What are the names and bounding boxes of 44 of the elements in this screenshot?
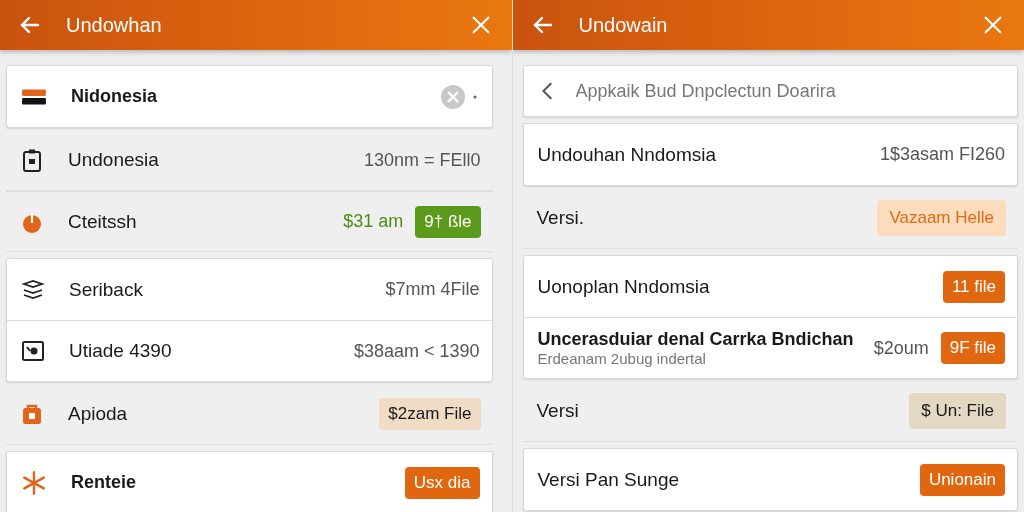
list-row[interactable]: Versi $ Un: File [522,381,1018,442]
row-label: Uonoplan Nndomsia [537,275,711,298]
row-value: 130nm = FEll0 [363,149,481,171]
list-row[interactable]: Undonesia 130nm = FEll0 [6,130,493,191]
list-row[interactable]: Apioda $2zam File [6,384,493,445]
list-row[interactable]: Versi Pan Sunge Unionain [523,449,1017,510]
layers-icon [21,277,45,302]
row-value: 1$3asam FI260 [879,144,1005,165]
row-value: $2oum [873,337,929,359]
row-label: Utiade 4390 [69,340,173,362]
row-label: Versi. [536,207,586,229]
list-row[interactable]: Renteie Usx dia [7,452,492,512]
list-row[interactable]: Uncerasduiar denal Carrka Bndichan Erdeanam 2ubug indertal $2oum 9F file [523,317,1017,378]
asterisk-icon [21,469,47,496]
row-label: Undouhan Nndomsia [537,143,717,166]
list-row[interactable]: Utiade 4390 $38aam < 1390 [7,320,492,381]
list-row[interactable]: Nidonesia [7,66,492,127]
picture-frame-icon [21,339,45,363]
list-row[interactable]: Versi. Vazaam Helle [522,188,1018,249]
row-value: $31 am [343,211,404,232]
list-row[interactable]: Uonoplan Nndomsia 11 file [523,256,1017,317]
row-label: Cteitssh [68,210,138,233]
row-label: Nidonesia [71,86,159,107]
file-badge-button[interactable]: $2zam File [379,398,481,430]
header-title: Undowain [578,13,669,37]
row-subtitle: Erdeanam 2ubug indertal [537,350,707,367]
row-label: Renteie [71,472,138,493]
file-badge-button[interactable]: $ Un: File [909,393,1006,429]
row-label: Apioda [68,403,129,425]
list-row[interactable]: Cteitssh $31 am 9† ßle [6,191,493,252]
row-label: Uncerasduiar denal Carrka Bndichan [537,329,855,350]
bag-icon [20,402,44,426]
header-title: Undowhan [66,13,163,37]
clipboard-icon [20,148,44,172]
close-icon[interactable] [982,14,1004,36]
row-value: $38aam < 1390 [353,340,480,362]
search-field[interactable]: Appkaik Bud Dnpclectun Doarira [522,65,1018,117]
row-label: Versi [536,400,580,422]
list-row[interactable]: Seriback $7mm 4File [7,259,492,320]
list-row[interactable]: Undouhan Nndomsia 1$3asam FI260 [523,124,1017,185]
row-label: Versi Pan Sunge [537,468,681,491]
row-value: $7mm 4File [385,279,480,300]
row-label: Seriback [69,278,144,301]
row-label: Undonesia [68,149,160,171]
